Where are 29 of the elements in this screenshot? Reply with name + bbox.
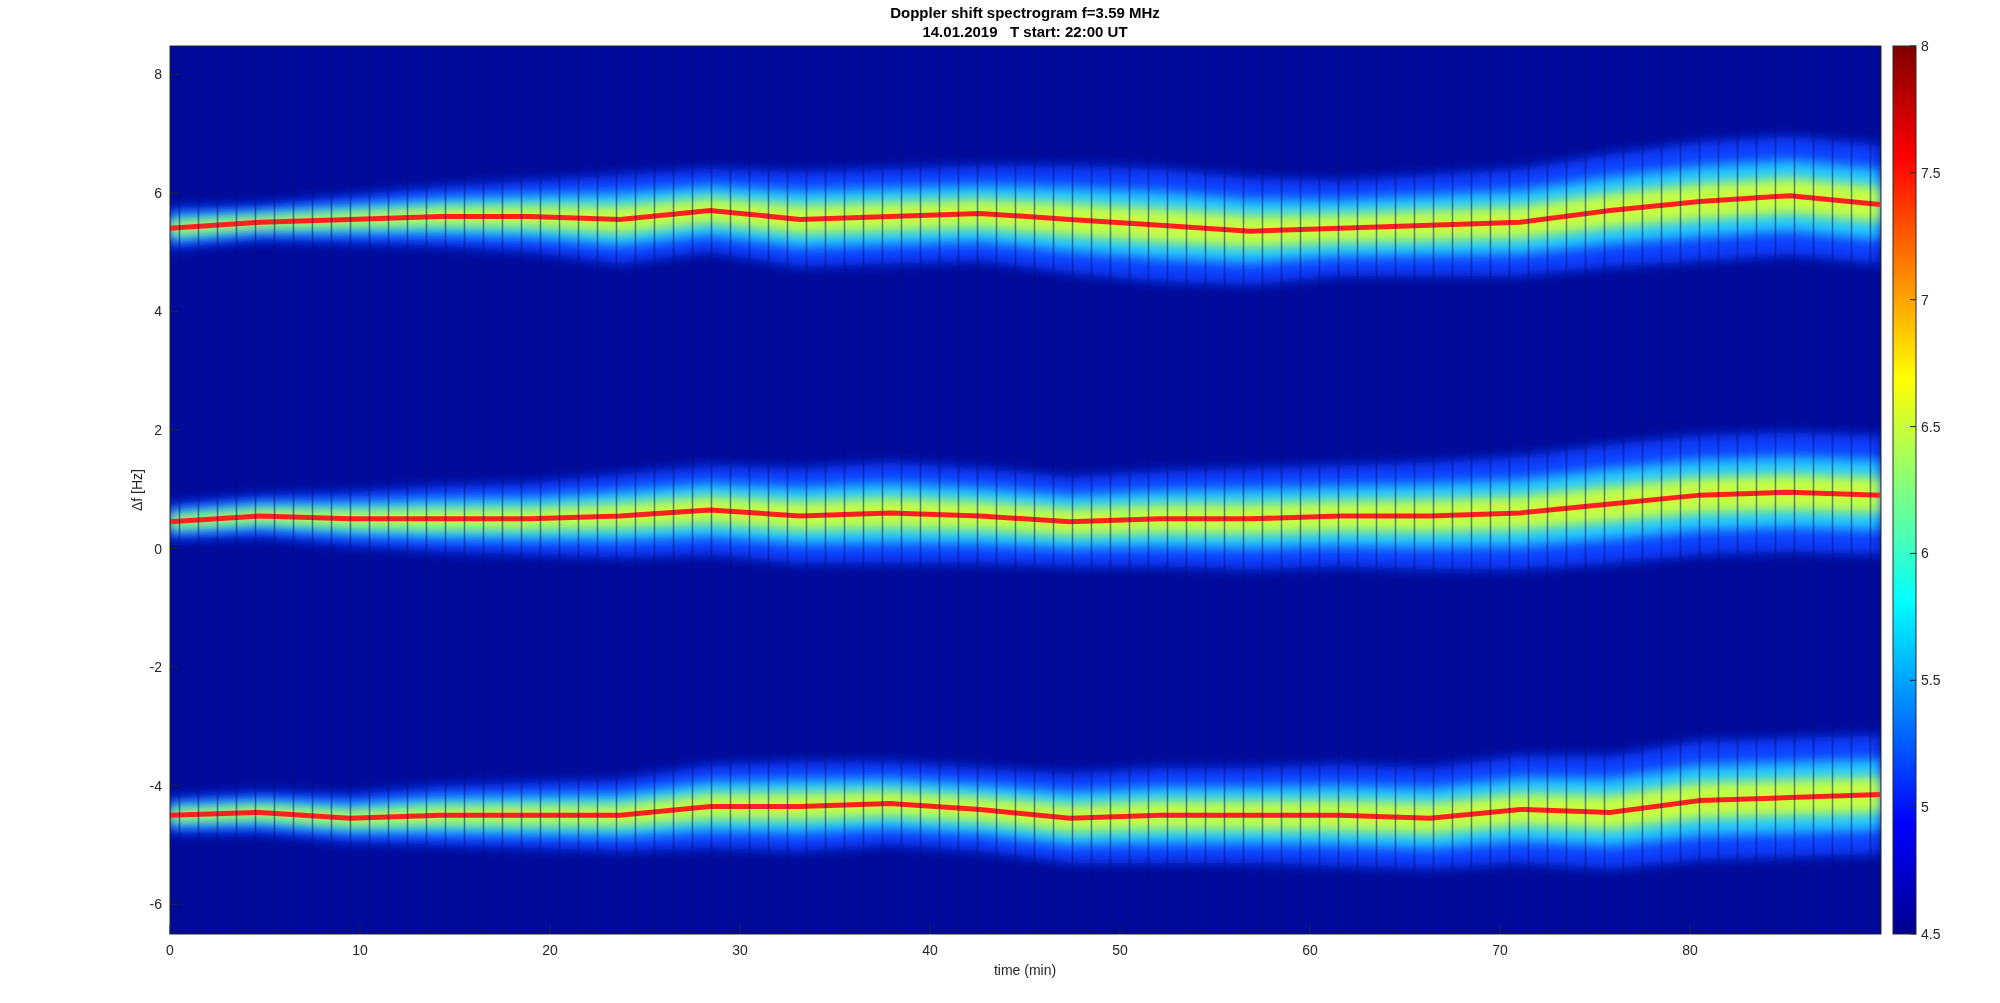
y-tick-label: -6 (149, 896, 162, 913)
colorbar-tick-label: 7.5 (1921, 164, 1941, 181)
x-tick-label: 60 (1302, 942, 1318, 958)
x-tick-label: 0 (166, 942, 174, 958)
colorbar-tick-label: 8 (1921, 38, 1929, 54)
colorbar-tick-label: 5.5 (1921, 672, 1941, 689)
x-tick-label: 40 (922, 942, 938, 958)
colorbar-tick-label: 4.5 (1921, 926, 1941, 942)
x-tick-label: 50 (1112, 942, 1128, 958)
y-tick-label: 2 (154, 421, 162, 438)
x-tick-label: 30 (732, 942, 748, 958)
y-tick-label: 0 (154, 540, 162, 557)
colorbar-tick-label: 6.5 (1921, 418, 1941, 435)
y-axis-label: Δf [Hz] (129, 469, 145, 511)
x-axis-label: time (min) (993, 962, 1057, 978)
y-tick-label: -4 (149, 777, 162, 794)
y-tick-label: 4 (154, 303, 162, 320)
colorbar-tick-label: 6 (1921, 545, 1929, 562)
colorbar-tick-label: 5 (1921, 799, 1929, 816)
figure-title: Doppler shift spectrogram f=3.59 MHz (890, 4, 1160, 21)
colorbar-tick-label: 7 (1921, 291, 1929, 308)
x-tick-label: 10 (352, 942, 368, 958)
y-tick-label: 8 (154, 66, 162, 83)
figure-subtitle: 14.01.2019 T start: 22:00 UT (922, 23, 1128, 40)
x-tick-label: 70 (1492, 942, 1508, 958)
y-tick-label: 6 (154, 184, 162, 201)
x-tick-label: 20 (542, 942, 558, 958)
y-tick-label: -2 (149, 659, 162, 676)
x-tick-label: 80 (1682, 942, 1698, 958)
